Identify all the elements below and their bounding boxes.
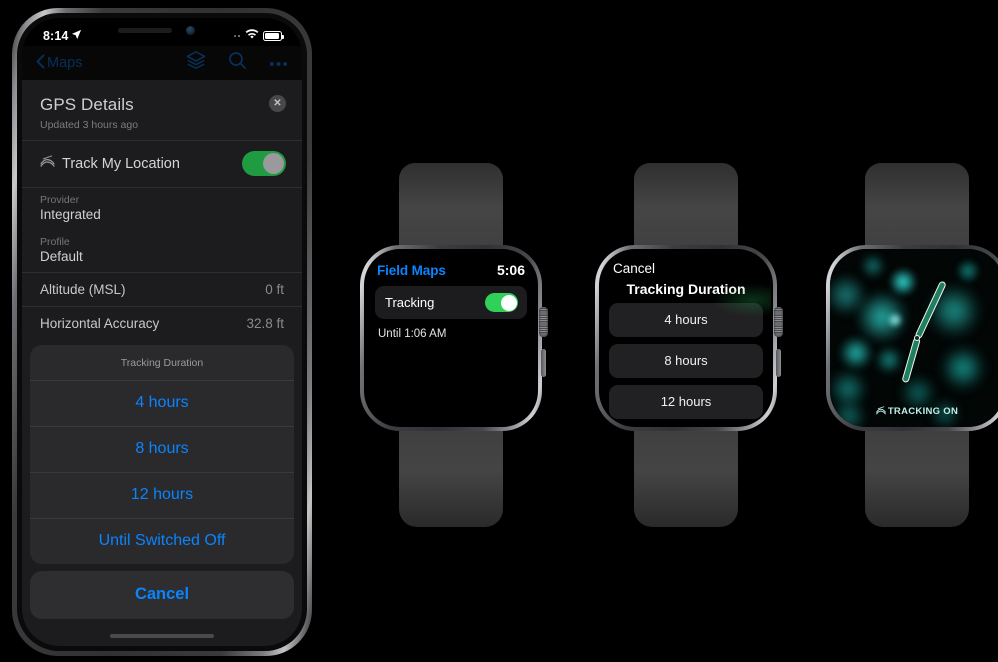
iphone-bezel: 8:14 Maps GPS Details Updated 3 hours ag… — [17, 13, 307, 651]
watch-hands-hub — [914, 335, 920, 341]
watch-screen-face: TRACKING ON — [830, 249, 998, 427]
digital-crown[interactable] — [539, 307, 548, 337]
battery-icon — [263, 31, 284, 41]
track-my-location-row[interactable]: Track My Location — [22, 141, 302, 187]
wifi-icon — [245, 27, 259, 45]
screenshot-stage: 8:14 Maps GPS Details Updated 3 hours ag… — [0, 0, 998, 662]
field-profile: Profile Default — [22, 230, 302, 272]
watch-tracking-toggle[interactable] — [485, 293, 518, 312]
metric-horizontal-accuracy-key: Horizontal Accuracy — [40, 316, 160, 331]
ellipsis-icon[interactable] — [269, 54, 288, 72]
status-time: 8:14 — [43, 29, 69, 43]
back-button-maps[interactable]: Maps — [36, 53, 83, 73]
front-camera-icon — [186, 26, 195, 35]
watch-case: Cancel Tracking Duration 4 hours 8 hours… — [595, 245, 783, 431]
notch — [86, 18, 238, 43]
field-profile-key: Profile — [40, 236, 70, 248]
layers-icon[interactable] — [186, 51, 206, 75]
watch-option-12-hours[interactable]: 12 hours — [609, 385, 763, 419]
page-title: GPS Details — [40, 95, 134, 114]
watch-cancel-button[interactable]: Cancel — [599, 249, 773, 276]
updated-timestamp: Updated 3 hours ago — [40, 119, 139, 131]
metric-horizontal-accuracy-value: 32.8 ft — [246, 316, 284, 331]
metric-altitude-value: 0 ft — [265, 282, 284, 297]
action-sheet-option-12-hours[interactable]: 12 hours — [30, 473, 294, 518]
watch-tracking-row[interactable]: Tracking — [375, 286, 527, 319]
field-provider-value: Integrated — [40, 207, 101, 222]
close-circle-icon[interactable]: ✕ — [269, 95, 286, 112]
home-indicator[interactable] — [110, 634, 214, 638]
iphone-screen: 8:14 Maps GPS Details Updated 3 hours ag… — [22, 18, 302, 646]
track-my-location-toggle[interactable] — [242, 151, 286, 176]
status-badge: TRACKING ON — [830, 406, 998, 417]
watch-tracking-label: Tracking — [385, 295, 435, 310]
watch-duration-device: Cancel Tracking Duration 4 hours 8 hours… — [595, 163, 783, 527]
action-sheet-cancel-button[interactable]: Cancel — [30, 571, 294, 619]
watch-screen-tracking: Field Maps 5:06 Tracking Until 1:06 AM — [364, 249, 538, 427]
watch-face-device: TRACKING ON — [826, 163, 998, 527]
metric-horizontal-accuracy: Horizontal Accuracy 32.8 ft — [22, 307, 302, 340]
digital-crown[interactable] — [774, 307, 783, 337]
metric-altitude: Altitude (MSL) 0 ft — [22, 273, 302, 306]
action-sheet-option-4-hours[interactable]: 4 hours — [30, 381, 294, 426]
field-profile-value: Default — [40, 249, 83, 264]
search-icon[interactable] — [228, 51, 247, 75]
watch-nav-bar: Field Maps 5:06 — [364, 249, 538, 278]
action-sheet-option-until-switched-off[interactable]: Until Switched Off — [30, 519, 294, 564]
watch-clock: 5:06 — [496, 262, 525, 278]
location-arrow-icon — [71, 29, 82, 43]
side-button[interactable] — [776, 349, 781, 377]
chevron-left-icon — [36, 53, 45, 73]
screen-glow — [711, 283, 771, 317]
watch-case: Field Maps 5:06 Tracking Until 1:06 AM — [360, 245, 548, 431]
action-sheet-options: Tracking Duration 4 hours 8 hours 12 hou… — [30, 345, 294, 564]
watch-until-text: Until 1:06 AM — [378, 328, 447, 340]
nav-bar-actions — [186, 51, 288, 75]
gps-details-header: GPS Details Updated 3 hours ago ✕ — [22, 80, 302, 140]
field-provider-key: Provider — [40, 194, 80, 206]
watch-case: TRACKING ON — [826, 245, 998, 431]
metric-altitude-key: Altitude (MSL) — [40, 282, 126, 297]
iphone-device: 8:14 Maps GPS Details Updated 3 hours ag… — [12, 8, 312, 656]
watch-tracking-device: Field Maps 5:06 Tracking Until 1:06 AM — [360, 163, 548, 527]
action-sheet: Tracking Duration 4 hours 8 hours 12 hou… — [30, 345, 294, 619]
watch-screen-duration: Cancel Tracking Duration 4 hours 8 hours… — [599, 249, 773, 427]
side-button[interactable] — [541, 349, 546, 377]
earpiece-speaker — [118, 28, 172, 33]
nav-bar: Maps — [22, 46, 302, 80]
action-sheet-option-8-hours[interactable]: 8 hours — [30, 427, 294, 472]
watch-option-8-hours[interactable]: 8 hours — [609, 344, 763, 378]
status-bar-left: 8:14 — [43, 29, 82, 43]
field-provider: Provider Integrated — [22, 188, 302, 230]
back-button-label: Maps — [47, 55, 83, 71]
location-track-icon — [40, 154, 55, 173]
track-my-location-label: Track My Location — [62, 155, 180, 172]
watch-app-title: Field Maps — [377, 263, 446, 278]
location-track-icon — [875, 406, 886, 415]
action-sheet-title: Tracking Duration — [120, 357, 204, 369]
tracking-on-label: TRACKING ON — [887, 406, 959, 417]
